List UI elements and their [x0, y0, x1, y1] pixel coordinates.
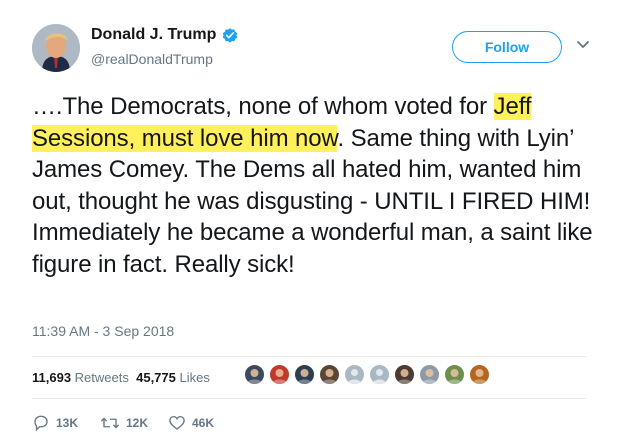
liker-avatar[interactable]: [444, 364, 465, 385]
retweets-label: Retweets: [74, 370, 129, 385]
user-handle[interactable]: @realDonaldTrump: [91, 51, 213, 67]
like-stat[interactable]: 45,775 Likes: [136, 370, 210, 385]
verified-badge-icon: [223, 28, 238, 43]
profile-photo: [32, 24, 80, 72]
tweet-actions: 13K 12K 46K: [32, 414, 214, 432]
follow-button[interactable]: Follow: [452, 31, 562, 63]
liker-avatar[interactable]: [269, 364, 290, 385]
retweet-stat[interactable]: 11,693 Retweets: [32, 370, 129, 385]
retweet-count: 12K: [126, 416, 149, 430]
likes-count: 45,775: [136, 370, 176, 385]
retweet-button[interactable]: 12K: [100, 414, 168, 432]
heart-icon: [169, 415, 185, 430]
likes-label: Likes: [179, 370, 210, 385]
like-count: 46K: [192, 416, 215, 430]
tweet-timestamp[interactable]: 11:39 AM - 3 Sep 2018: [32, 323, 174, 339]
default-avatar[interactable]: [369, 364, 390, 385]
divider: [32, 398, 586, 399]
liker-avatar[interactable]: [419, 364, 440, 385]
reply-count: 13K: [56, 416, 79, 430]
chevron-down-icon[interactable]: [576, 40, 590, 50]
liker-avatar[interactable]: [294, 364, 315, 385]
tweet-text-before: ….The Democrats, none of whom voted for: [32, 93, 494, 120]
divider: [32, 356, 586, 357]
tweet-stats: 11,693 Retweets 45,775 Likes: [32, 370, 210, 385]
liker-avatar[interactable]: [469, 364, 490, 385]
liker-avatar[interactable]: [394, 364, 415, 385]
like-button[interactable]: 46K: [168, 414, 214, 432]
display-name-text[interactable]: Donald J. Trump: [91, 26, 216, 44]
reply-button[interactable]: 13K: [32, 414, 100, 432]
liker-avatars: [244, 364, 494, 385]
avatar[interactable]: [32, 24, 80, 72]
reply-icon: [34, 415, 48, 432]
liker-avatar[interactable]: [319, 364, 340, 385]
retweet-icon: [100, 417, 120, 429]
default-avatar[interactable]: [344, 364, 365, 385]
tweet-text: ….The Democrats, none of whom voted for …: [32, 91, 602, 280]
display-name[interactable]: Donald J. Trump: [91, 26, 239, 44]
liker-avatar[interactable]: [244, 364, 265, 385]
retweets-count: 11,693: [32, 370, 72, 385]
